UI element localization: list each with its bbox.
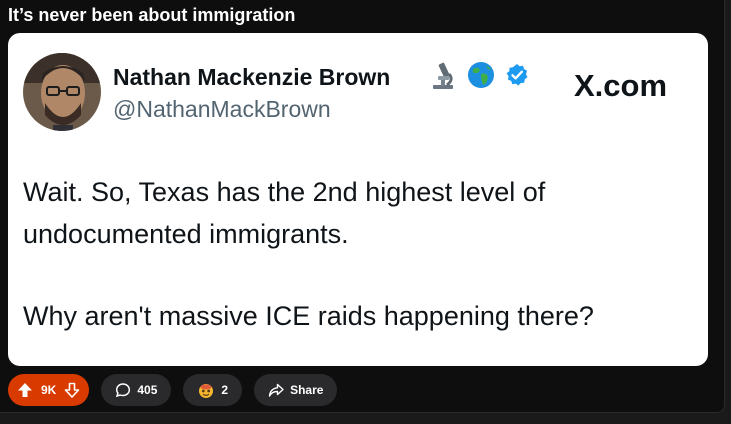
tweet-paragraph: Why aren't massive ICE raids happening t… — [23, 301, 594, 331]
tweet-embed-card[interactable]: Nathan Mackenzie Brown @NathanMackBrown … — [8, 33, 708, 366]
author-handle[interactable]: @NathanMackBrown — [113, 96, 331, 123]
comments-button[interactable]: 405 — [101, 374, 172, 406]
source-logo[interactable]: X.com — [574, 68, 667, 104]
share-button[interactable]: Share — [254, 374, 338, 406]
name-badges — [429, 60, 529, 90]
share-icon — [268, 382, 284, 398]
tweet-text: Wait. So, Texas has the 2nd highest leve… — [23, 171, 693, 337]
award-count: 2 — [221, 383, 229, 397]
vote-count: 9K — [41, 383, 57, 397]
vote-pill: 9K — [8, 374, 90, 406]
microscope-icon — [429, 60, 457, 90]
comment-icon — [115, 382, 131, 398]
post-container: It’s never been about immigration Nathan… — [0, 0, 725, 413]
avatar[interactable] — [23, 53, 101, 131]
tweet-paragraph: Wait. So, Texas has the 2nd highest leve… — [23, 177, 546, 249]
comment-count: 405 — [137, 383, 158, 397]
action-bar: 9K 405 2 Share — [8, 374, 338, 406]
verified-icon — [505, 63, 529, 87]
upvote-icon[interactable] — [17, 382, 33, 398]
award-button[interactable]: 2 — [183, 374, 243, 406]
downvote-icon[interactable] — [64, 382, 80, 398]
award-icon — [197, 381, 215, 399]
globe-icon — [466, 60, 496, 90]
share-label: Share — [290, 383, 324, 397]
author-name[interactable]: Nathan Mackenzie Brown — [113, 64, 390, 91]
post-title[interactable]: It’s never been about immigration — [8, 5, 295, 26]
